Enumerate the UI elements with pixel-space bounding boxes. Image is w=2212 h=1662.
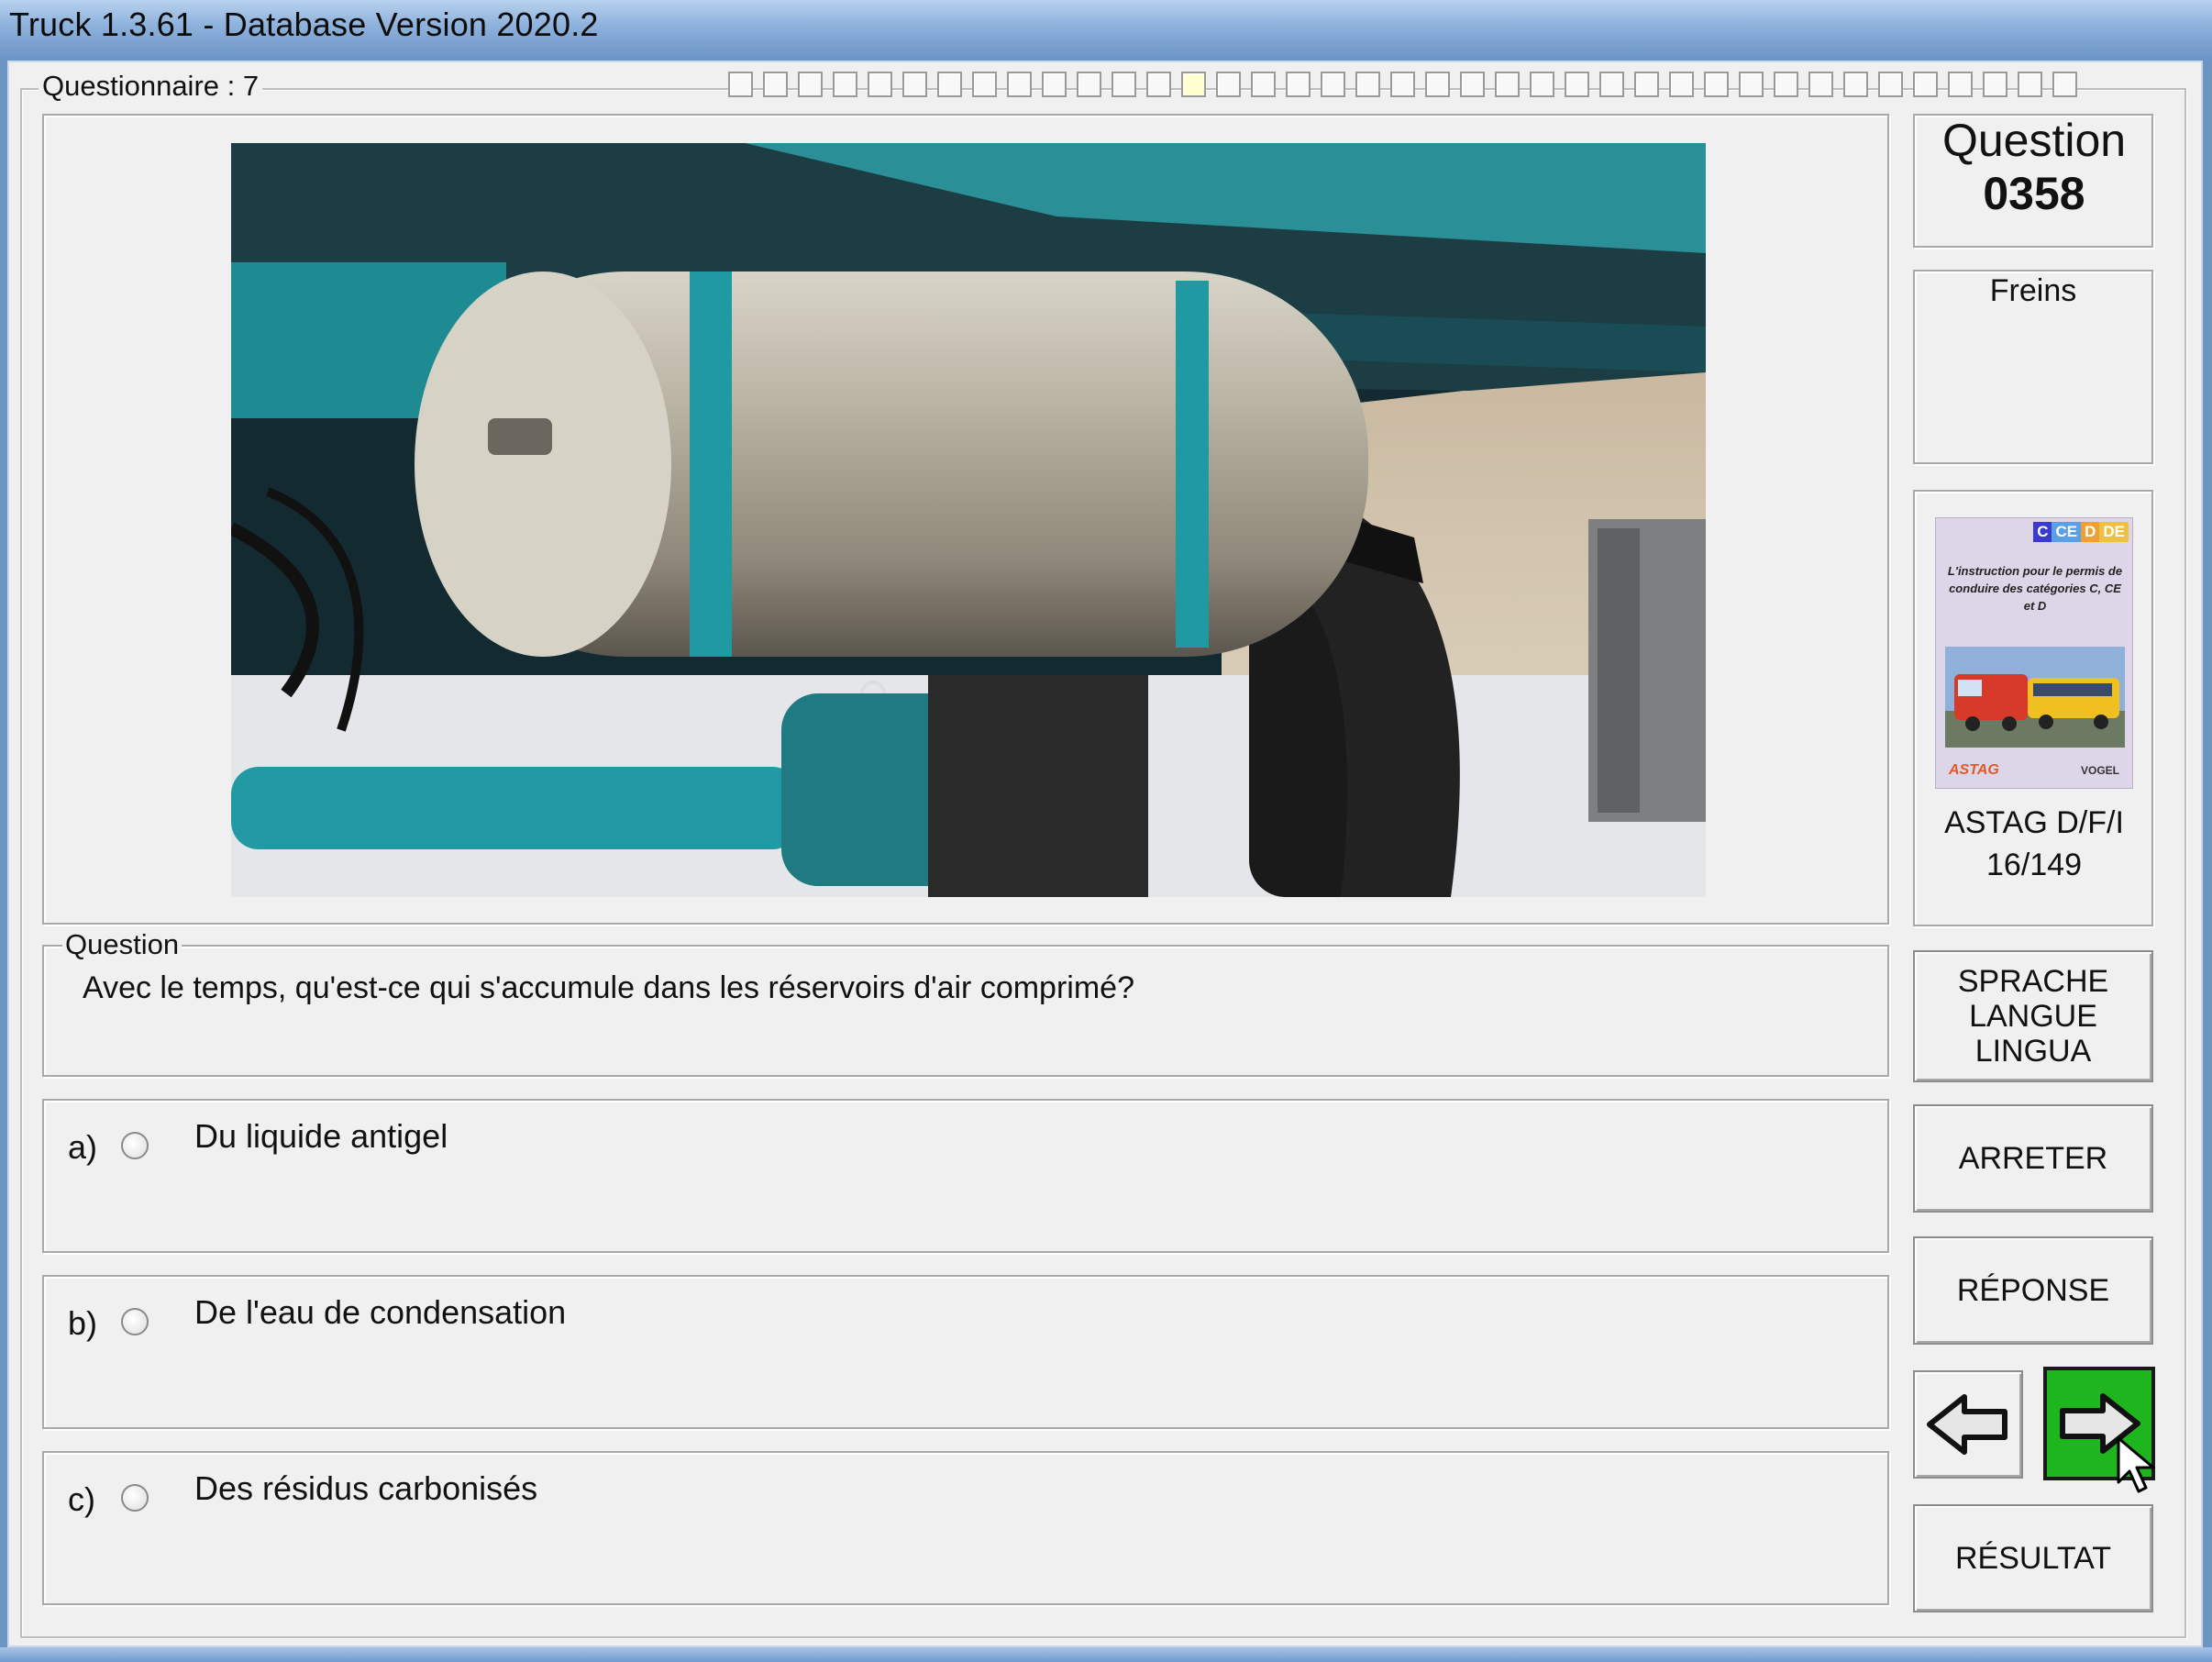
progress-square xyxy=(1181,72,1206,97)
progress-square xyxy=(1739,72,1764,97)
question-photo xyxy=(231,143,1706,897)
title-bar[interactable]: Truck 1.3.61 - Database Version 2020.2 xyxy=(0,0,2212,61)
question-number-display: Question 0358 xyxy=(1915,114,2153,248)
book-tag-ce: CE xyxy=(2052,522,2082,542)
progress-square xyxy=(972,72,997,97)
progress-square xyxy=(1913,72,1938,97)
progress-square xyxy=(868,72,892,97)
progress-square xyxy=(1843,72,1868,97)
progress-square xyxy=(1599,72,1624,97)
progress-square xyxy=(1112,72,1136,97)
progress-square xyxy=(1774,72,1798,97)
previous-question-button[interactable] xyxy=(1913,1370,2023,1479)
progress-square xyxy=(763,72,788,97)
progress-square xyxy=(1390,72,1415,97)
answer-text-b[interactable]: De l'eau de condensation xyxy=(194,1293,566,1332)
progress-square xyxy=(1146,72,1171,97)
question-number-label: Question xyxy=(1941,115,2127,166)
progress-square xyxy=(1077,72,1101,97)
answer-letter-a: a) xyxy=(68,1128,98,1166)
progress-square xyxy=(728,72,753,97)
answer-text-c[interactable]: Des résidus carbonisés xyxy=(194,1469,537,1508)
book-cover-image: C CE D DE L'instruction pour le permis d… xyxy=(1935,517,2133,789)
questionnaire-label: Questionnaire : 7 xyxy=(39,70,263,103)
answer-radio-c[interactable] xyxy=(121,1484,149,1512)
answer-button[interactable]: RÉPONSE xyxy=(1913,1236,2153,1345)
question-group-label: Question xyxy=(62,928,182,961)
question-number: 0358 xyxy=(1983,168,2085,219)
progress-square xyxy=(1460,72,1485,97)
book-caption: ASTAG D/F/I 16/149 xyxy=(1919,802,2150,886)
book-tag-de: DE xyxy=(2099,522,2129,542)
progress-square xyxy=(1634,72,1659,97)
window-bottom-border xyxy=(0,1647,2212,1662)
progress-square xyxy=(2052,72,2077,97)
window-title: Truck 1.3.61 - Database Version 2020.2 xyxy=(9,6,599,43)
book-category-tags: C CE D DE xyxy=(2033,522,2129,542)
arrow-left-icon xyxy=(1927,1394,2007,1455)
progress-square xyxy=(1948,72,1973,97)
answer-letter-c: c) xyxy=(68,1480,95,1518)
vogel-logo: VOGEL xyxy=(2080,764,2119,777)
progress-square xyxy=(1530,72,1554,97)
book-cover-vehicles-illustration xyxy=(1945,647,2125,748)
book-caption-page: 16/149 xyxy=(1986,848,2082,882)
progress-square xyxy=(1216,72,1241,97)
progress-square xyxy=(1425,72,1450,97)
language-line-fr: LANGUE xyxy=(1969,999,2097,1034)
progress-square xyxy=(1007,72,1032,97)
mouse-pointer-icon xyxy=(2117,1436,2155,1493)
progress-square xyxy=(1878,72,1903,97)
book-tag-c: C xyxy=(2033,522,2052,542)
answer-radio-b[interactable] xyxy=(121,1308,149,1335)
progress-square xyxy=(1669,72,1694,97)
progress-square xyxy=(1355,72,1380,97)
progress-square xyxy=(1983,72,2007,97)
progress-square xyxy=(1042,72,1067,97)
language-line-de: SPRACHE xyxy=(1957,964,2109,999)
progress-square xyxy=(1286,72,1311,97)
language-line-it: LINGUA xyxy=(1974,1034,2092,1069)
answer-letter-b: b) xyxy=(68,1304,98,1342)
category-label: Freins xyxy=(1989,273,2077,308)
progress-square xyxy=(1565,72,1589,97)
progress-square xyxy=(937,72,962,97)
app-window: Truck 1.3.61 - Database Version 2020.2 Q… xyxy=(0,0,2212,1662)
stop-button[interactable]: ARRETER xyxy=(1913,1104,2153,1213)
progress-square xyxy=(1251,72,1276,97)
progress-square xyxy=(1704,72,1729,97)
answer-radio-a[interactable] xyxy=(121,1132,149,1159)
air-tank-photo xyxy=(231,143,1706,897)
book-tag-d: D xyxy=(2081,522,2100,542)
astag-logo: ASTAG xyxy=(1949,762,1999,778)
progress-square xyxy=(1808,72,1833,97)
question-text: Avec le temps, qu'est-ce qui s'accumule … xyxy=(83,970,1134,1005)
answer-text-a[interactable]: Du liquide antigel xyxy=(194,1117,448,1156)
language-button[interactable]: SPRACHE LANGUE LINGUA xyxy=(1913,950,2153,1082)
book-caption-title: ASTAG D/F/I xyxy=(1944,805,2124,840)
progress-square xyxy=(1495,72,1520,97)
progress-square xyxy=(1321,72,1345,97)
progress-square xyxy=(833,72,857,97)
book-blurb: L'instruction pour le permis de conduire… xyxy=(1947,564,2123,613)
result-button[interactable]: RÉSULTAT xyxy=(1913,1504,2153,1612)
question-progress-bar xyxy=(728,72,2077,101)
question-panel xyxy=(42,945,1889,1077)
progress-square xyxy=(798,72,823,97)
progress-square xyxy=(902,72,927,97)
progress-square xyxy=(2018,72,2042,97)
